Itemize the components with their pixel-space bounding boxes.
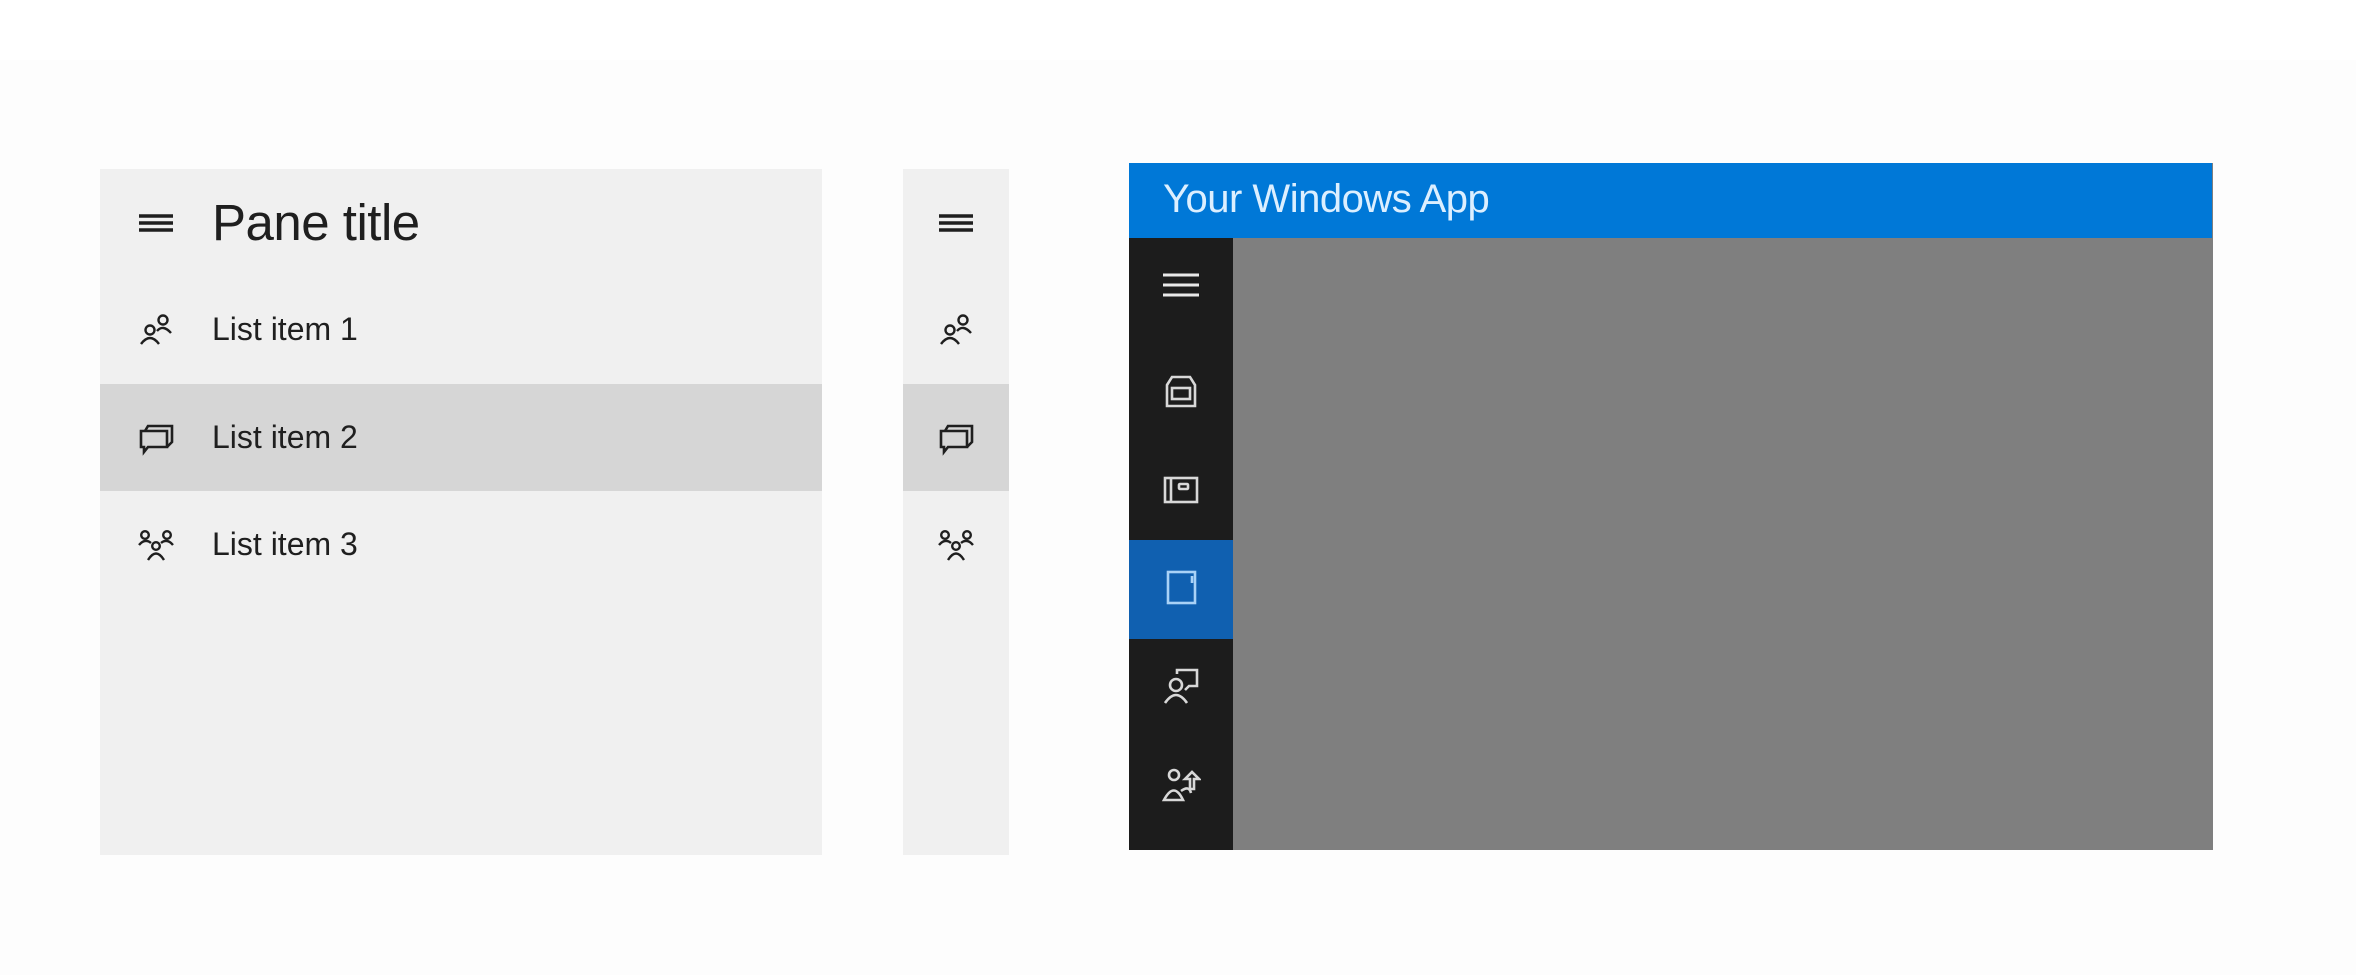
network-port-icon	[1161, 371, 1201, 416]
chat-icon	[937, 419, 975, 457]
app-navigation-rail	[1129, 238, 1233, 850]
compact-list-item-selected[interactable]	[903, 384, 1009, 491]
group-icon	[937, 526, 975, 564]
group-icon	[137, 526, 175, 564]
nav-item-tablet-selected[interactable]	[1129, 540, 1233, 639]
compact-list-item[interactable]	[903, 491, 1009, 598]
compact-pane-header	[903, 169, 1009, 276]
card-reader-icon	[1161, 470, 1201, 515]
hamburger-icon[interactable]	[937, 204, 975, 242]
app-content-area	[1233, 238, 2213, 850]
compact-navigation-pane	[903, 169, 1009, 855]
nav-hamburger-button[interactable]	[1129, 238, 1233, 337]
expanded-navigation-pane: Pane title List item 1 List item 2 List …	[100, 169, 822, 855]
nav-item-user-share[interactable]	[1129, 738, 1233, 837]
list-item[interactable]: List item 3	[100, 491, 822, 598]
chat-icon	[137, 419, 175, 457]
pane-title: Pane title	[212, 194, 420, 251]
hamburger-icon	[1161, 265, 1201, 310]
hamburger-icon[interactable]	[137, 204, 175, 242]
list-item-label: List item 3	[212, 526, 358, 562]
compact-list-item[interactable]	[903, 276, 1009, 383]
list-item-selected[interactable]: List item 2	[100, 384, 822, 491]
tablet-icon	[1161, 567, 1201, 612]
app-title-bar: Your Windows App	[1129, 163, 2212, 238]
nav-item-network[interactable]	[1129, 344, 1233, 443]
list-item-label: List item 1	[212, 311, 358, 347]
app-title: Your Windows App	[1163, 177, 1490, 221]
user-share-icon	[1161, 765, 1203, 810]
list-item-label: List item 2	[212, 419, 358, 455]
pane-header: Pane title	[100, 169, 822, 276]
contacts-icon	[937, 311, 975, 349]
contacts-icon	[137, 311, 175, 349]
presenter-icon	[1161, 666, 1201, 711]
nav-item-card-reader[interactable]	[1129, 443, 1233, 542]
nav-item-presenter[interactable]	[1129, 639, 1233, 738]
background-band	[0, 0, 2356, 60]
list-item[interactable]: List item 1	[100, 276, 822, 383]
app-window: Your Windows App	[1129, 163, 2213, 850]
